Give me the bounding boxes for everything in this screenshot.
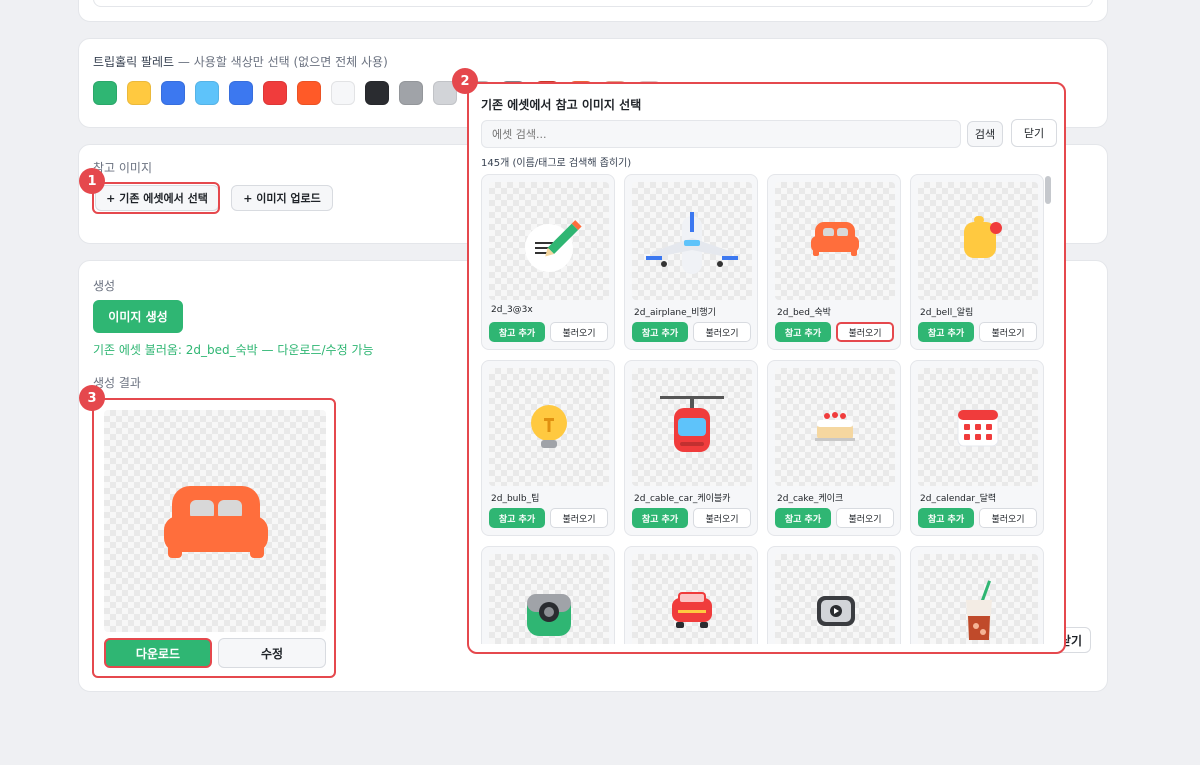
load-asset-button[interactable]: 불러오기 bbox=[836, 508, 894, 528]
asset-search-input[interactable] bbox=[481, 120, 961, 148]
palette-title: 트립홀릭 팔레트 bbox=[93, 55, 175, 69]
generate-image-button[interactable]: 이미지 생성 bbox=[93, 300, 183, 333]
step-badge-2: 2 bbox=[452, 68, 478, 94]
video-icon bbox=[817, 596, 855, 626]
asset-name: 2d_calendar_달력 bbox=[920, 494, 997, 504]
asset-thumbnail bbox=[918, 554, 1038, 644]
modal-close-button[interactable]: 닫기 bbox=[1011, 119, 1057, 147]
download-button[interactable]: 다운로드 bbox=[104, 638, 212, 668]
asset-tile[interactable]: 2d_calendar_달력참고 추가 불러오기 bbox=[910, 360, 1044, 536]
upload-image-button[interactable]: + 이미지 업로드 bbox=[231, 185, 333, 211]
result-panel: 다운로드 수정 bbox=[92, 398, 336, 678]
color-swatch[interactable] bbox=[229, 81, 253, 105]
add-reference-button[interactable]: 참고 추가 bbox=[489, 322, 545, 342]
asset-thumbnail bbox=[775, 554, 895, 644]
color-swatch[interactable] bbox=[161, 81, 185, 105]
add-reference-button[interactable]: 참고 추가 bbox=[775, 508, 831, 528]
palette-label: 트립홀릭 팔레트 — 사용할 색상만 선택 (없으면 전체 사용) bbox=[93, 53, 388, 70]
load-asset-button[interactable]: 불러오기 bbox=[550, 322, 608, 342]
asset-thumbnail bbox=[918, 182, 1038, 300]
status-message: 기존 에셋 불러옴: 2d_bed_숙박 — 다운로드/수정 가능 bbox=[93, 343, 374, 357]
color-swatch[interactable] bbox=[399, 81, 423, 105]
asset-thumbnail bbox=[489, 554, 609, 644]
asset-tile[interactable]: 2d_3@3x 참고 추가 불러오기 bbox=[481, 174, 615, 350]
asset-thumbnail bbox=[918, 368, 1038, 486]
result-image bbox=[104, 410, 326, 632]
step-badge-3: 3 bbox=[79, 385, 105, 411]
load-asset-button[interactable]: 불러오기 bbox=[979, 508, 1037, 528]
search-button[interactable]: 검색 bbox=[967, 121, 1003, 147]
asset-picker-modal: 기존 에셋에서 참고 이미지 선택 검색 닫기 145개 (이름/태그로 검색해… bbox=[467, 82, 1066, 654]
asset-tile[interactable]: 2d_bell_알림참고 추가 불러오기 bbox=[910, 174, 1044, 350]
asset-name: 2d_3@3x bbox=[491, 305, 533, 315]
asset-count: 145개 (이름/태그로 검색해 좁히기) bbox=[481, 158, 632, 169]
airplane-icon bbox=[646, 212, 738, 274]
cable-car-icon bbox=[660, 396, 724, 452]
bell-icon bbox=[964, 216, 1002, 258]
bed-icon bbox=[811, 222, 859, 256]
load-asset-button[interactable]: 불러오기 bbox=[693, 322, 751, 342]
add-reference-button[interactable]: 참고 추가 bbox=[918, 508, 974, 528]
asset-tile[interactable]: 참고 추가불러오기 bbox=[624, 546, 758, 644]
asset-thumbnail bbox=[489, 368, 609, 486]
asset-tile[interactable]: 2d_airplane_비행기참고 추가 불러오기 bbox=[624, 174, 758, 350]
step-badge-1: 1 bbox=[79, 168, 105, 194]
palette-hint: — 사용할 색상만 선택 (없으면 전체 사용) bbox=[174, 55, 388, 69]
cake-icon bbox=[815, 412, 855, 441]
pencil-note-icon bbox=[525, 220, 582, 272]
asset-name: 2d_bell_알림 bbox=[920, 308, 974, 318]
add-reference-button[interactable]: 참고 추가 bbox=[489, 508, 545, 528]
asset-grid: 2d_3@3x 참고 추가 불러오기 2d_airplane_비행기 참고 추가 불러오기… bbox=[481, 174, 1051, 644]
asset-tile[interactable]: 2d_cable_car_케이블카참고 추가 불러오기 bbox=[624, 360, 758, 536]
load-asset-button[interactable]: 불러오기 bbox=[550, 508, 608, 528]
asset-name: 2d_bulb_팁 bbox=[491, 494, 540, 504]
asset-tile[interactable]: 참고 추가불러오기 bbox=[481, 546, 615, 644]
calendar-icon bbox=[957, 409, 999, 447]
scrollbar-thumb[interactable] bbox=[1045, 176, 1051, 204]
color-swatch[interactable] bbox=[195, 81, 219, 105]
load-asset-button[interactable]: 불러오기 bbox=[979, 322, 1037, 342]
asset-thumbnail bbox=[632, 554, 752, 644]
bed-icon bbox=[164, 486, 268, 558]
add-reference-button[interactable]: 참고 추가 bbox=[918, 322, 974, 342]
asset-tile[interactable]: 2d_cake_케이크참고 추가 불러오기 bbox=[767, 360, 901, 536]
asset-thumbnail bbox=[489, 182, 609, 300]
camera-icon bbox=[527, 594, 571, 636]
asset-tile[interactable]: 2d_bulb_팁참고 추가 불러오기 bbox=[481, 360, 615, 536]
color-swatch[interactable] bbox=[365, 81, 389, 105]
add-reference-button[interactable]: 참고 추가 bbox=[632, 322, 688, 342]
load-asset-button[interactable]: 불러오기 bbox=[836, 322, 894, 342]
asset-name: 2d_bed_숙박 bbox=[777, 308, 831, 318]
asset-thumbnail bbox=[775, 182, 895, 300]
color-swatch[interactable] bbox=[127, 81, 151, 105]
asset-tile[interactable]: 참고 추가불러오기 bbox=[767, 546, 901, 644]
asset-tile[interactable]: 참고 추가불러오기 bbox=[910, 546, 1044, 644]
top-card bbox=[78, 0, 1108, 22]
color-swatch[interactable] bbox=[263, 81, 287, 105]
highlight-box-1 bbox=[92, 182, 220, 214]
asset-name: 2d_cable_car_케이블카 bbox=[634, 494, 731, 504]
asset-thumbnail bbox=[775, 368, 895, 486]
color-swatch[interactable] bbox=[93, 81, 117, 105]
edit-button[interactable]: 수정 bbox=[218, 638, 326, 668]
bulb-icon bbox=[531, 405, 567, 448]
generate-title: 생성 bbox=[93, 279, 116, 293]
modal-title: 기존 에셋에서 참고 이미지 선택 bbox=[481, 98, 642, 112]
asset-thumbnail bbox=[632, 182, 752, 300]
add-reference-button[interactable]: 참고 추가 bbox=[775, 322, 831, 342]
asset-name: 2d_cake_케이크 bbox=[777, 494, 844, 504]
load-asset-button[interactable]: 불러오기 bbox=[693, 508, 751, 528]
asset-thumbnail bbox=[632, 368, 752, 486]
color-swatch[interactable] bbox=[331, 81, 355, 105]
add-reference-button[interactable]: 참고 추가 bbox=[632, 508, 688, 528]
top-input[interactable] bbox=[93, 0, 1093, 7]
drink-icon bbox=[966, 580, 992, 640]
asset-name: 2d_airplane_비행기 bbox=[634, 308, 716, 318]
car-icon bbox=[672, 592, 712, 628]
asset-tile[interactable]: 2d_bed_숙박참고 추가 불러오기 bbox=[767, 174, 901, 350]
scrollbar[interactable] bbox=[1044, 174, 1052, 644]
color-swatch[interactable] bbox=[297, 81, 321, 105]
